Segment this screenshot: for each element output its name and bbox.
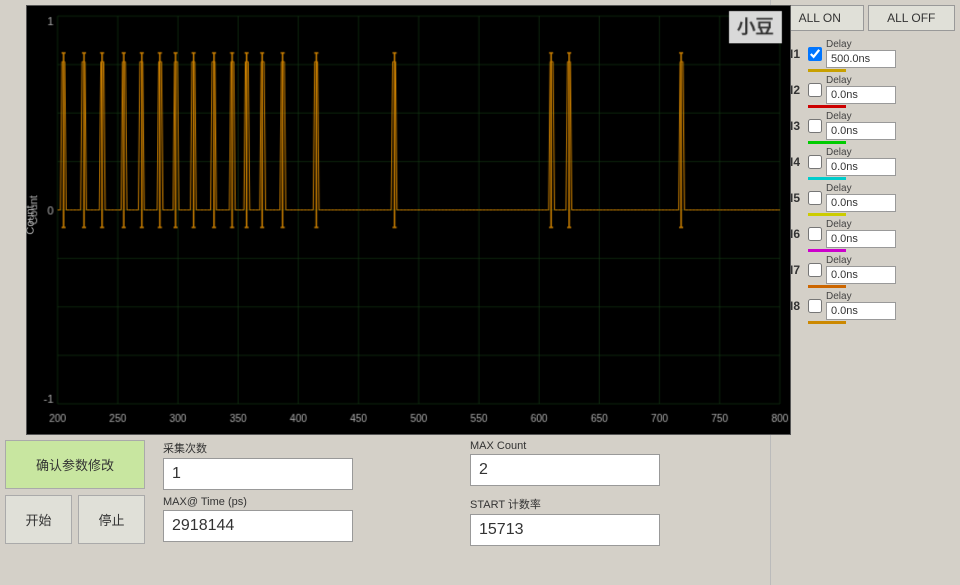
ch-color-line-ch4 — [808, 177, 846, 180]
start-rate-value: 15713 — [470, 514, 660, 546]
confirm-params-button[interactable]: 确认参数修改 — [5, 440, 145, 489]
ch-color-line-ch2 — [808, 105, 846, 108]
channel-block-ch5: CH5Delay — [776, 183, 955, 216]
max-count-label: MAX Count — [470, 440, 765, 452]
channel-block-ch7: CH7Delay — [776, 255, 955, 288]
ch-delay-label-ch4: Delay — [826, 147, 955, 158]
all-off-button[interactable]: ALL OFF — [868, 5, 956, 31]
channel-block-ch8: CH8Delay — [776, 291, 955, 324]
ch-delay-label-ch2: Delay — [826, 75, 955, 86]
oscilloscope-chart — [26, 5, 791, 435]
ch-checkbox-ch6[interactable] — [808, 227, 822, 241]
ch-checkbox-ch4[interactable] — [808, 155, 822, 169]
ch-delay-input-ch3[interactable] — [826, 122, 896, 140]
acq-count-label: 采集次数 — [163, 440, 458, 456]
ch-color-line-ch1 — [808, 69, 846, 72]
channel-block-ch3: CH3Delay — [776, 111, 955, 144]
ch-delay-label-ch6: Delay — [826, 219, 955, 230]
start-rate-label: START 计数率 — [470, 496, 765, 512]
ch-checkbox-ch2[interactable] — [808, 83, 822, 97]
ch-delay-input-ch8[interactable] — [826, 302, 896, 320]
ch-color-line-ch8 — [808, 321, 846, 324]
channel-block-ch6: CH6Delay — [776, 219, 955, 252]
channel-block-ch1: CH1Delay — [776, 39, 955, 72]
y-axis-label: Count — [25, 205, 37, 234]
stop-button[interactable]: 停止 — [78, 495, 145, 544]
ch-delay-label-ch7: Delay — [826, 255, 955, 266]
ch-checkbox-ch1[interactable] — [808, 47, 822, 61]
ch-delay-label-ch8: Delay — [826, 291, 955, 302]
ch-checkbox-ch8[interactable] — [808, 299, 822, 313]
ch-checkbox-ch5[interactable] — [808, 191, 822, 205]
acq-count-value: 1 — [163, 458, 353, 490]
ch-color-line-ch7 — [808, 285, 846, 288]
ch-color-line-ch3 — [808, 141, 846, 144]
ch-checkbox-ch3[interactable] — [808, 119, 822, 133]
ch-delay-input-ch5[interactable] — [826, 194, 896, 212]
ch-color-line-ch6 — [808, 249, 846, 252]
channel-block-ch4: CH4Delay — [776, 147, 955, 180]
ch-delay-label-ch3: Delay — [826, 111, 955, 122]
ch-delay-label-ch5: Delay — [826, 183, 955, 194]
ch-checkbox-ch7[interactable] — [808, 263, 822, 277]
ch-delay-input-ch4[interactable] — [826, 158, 896, 176]
channel-block-ch2: CH2Delay — [776, 75, 955, 108]
ch-delay-input-ch7[interactable] — [826, 266, 896, 284]
ch-delay-input-ch2[interactable] — [826, 86, 896, 104]
ch-color-line-ch5 — [808, 213, 846, 216]
ch-delay-input-ch1[interactable] — [826, 50, 896, 68]
max-count-value: 2 — [470, 454, 660, 486]
start-button[interactable]: 开始 — [5, 495, 72, 544]
max-time-value: 2918144 — [163, 510, 353, 542]
max-time-label: MAX@ Time (ps) — [163, 496, 458, 508]
ch-delay-label-ch1: Delay — [826, 39, 955, 50]
ch-delay-input-ch6[interactable] — [826, 230, 896, 248]
